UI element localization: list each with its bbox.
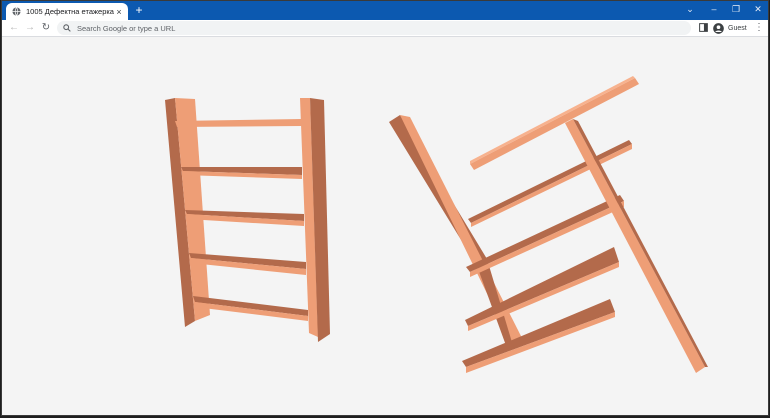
avatar-icon — [713, 22, 724, 34]
side-panel-icon[interactable] — [699, 23, 708, 32]
back-button[interactable]: ← — [7, 21, 21, 35]
diagonal-support-edge — [573, 119, 708, 367]
browser-window: 1005 Дефектна етажерка.html × + ⌄ – ❐ ✕ … — [1, 0, 769, 416]
search-icon — [63, 24, 71, 32]
forward-button[interactable]: → — [23, 21, 37, 35]
tab-close-button[interactable]: × — [114, 7, 124, 17]
shelf-board-d — [462, 299, 615, 367]
new-tab-button[interactable]: + — [133, 4, 145, 16]
close-window-button[interactable]: ✕ — [746, 1, 768, 18]
title-bar: 1005 Дефектна етажерка.html × + ⌄ – ❐ ✕ — [2, 1, 768, 20]
shelf-3d-scene[interactable] — [2, 37, 768, 415]
maximize-button[interactable]: ❐ — [724, 1, 748, 18]
browser-menu-button[interactable]: ⋮ — [754, 21, 764, 35]
browser-toolbar: ← → ↻ Guest ⋮ — [2, 20, 768, 37]
diagonal-support — [565, 119, 705, 373]
standing-shelf — [165, 98, 330, 342]
collapsed-shelf — [389, 76, 708, 373]
tab-title: 1005 Дефектна етажерка.html — [26, 7, 114, 16]
tab-search-button[interactable]: ⌄ — [678, 1, 702, 18]
address-input[interactable] — [77, 23, 637, 33]
address-bar[interactable] — [57, 21, 691, 35]
profile-button[interactable]: Guest — [713, 21, 747, 35]
profile-label: Guest — [728, 24, 747, 32]
browser-tab[interactable]: 1005 Дефектна етажерка.html × — [6, 3, 128, 20]
reload-button[interactable]: ↻ — [39, 21, 53, 35]
globe-icon — [12, 7, 21, 16]
minimize-button[interactable]: – — [702, 1, 726, 18]
page-viewport — [2, 37, 768, 415]
